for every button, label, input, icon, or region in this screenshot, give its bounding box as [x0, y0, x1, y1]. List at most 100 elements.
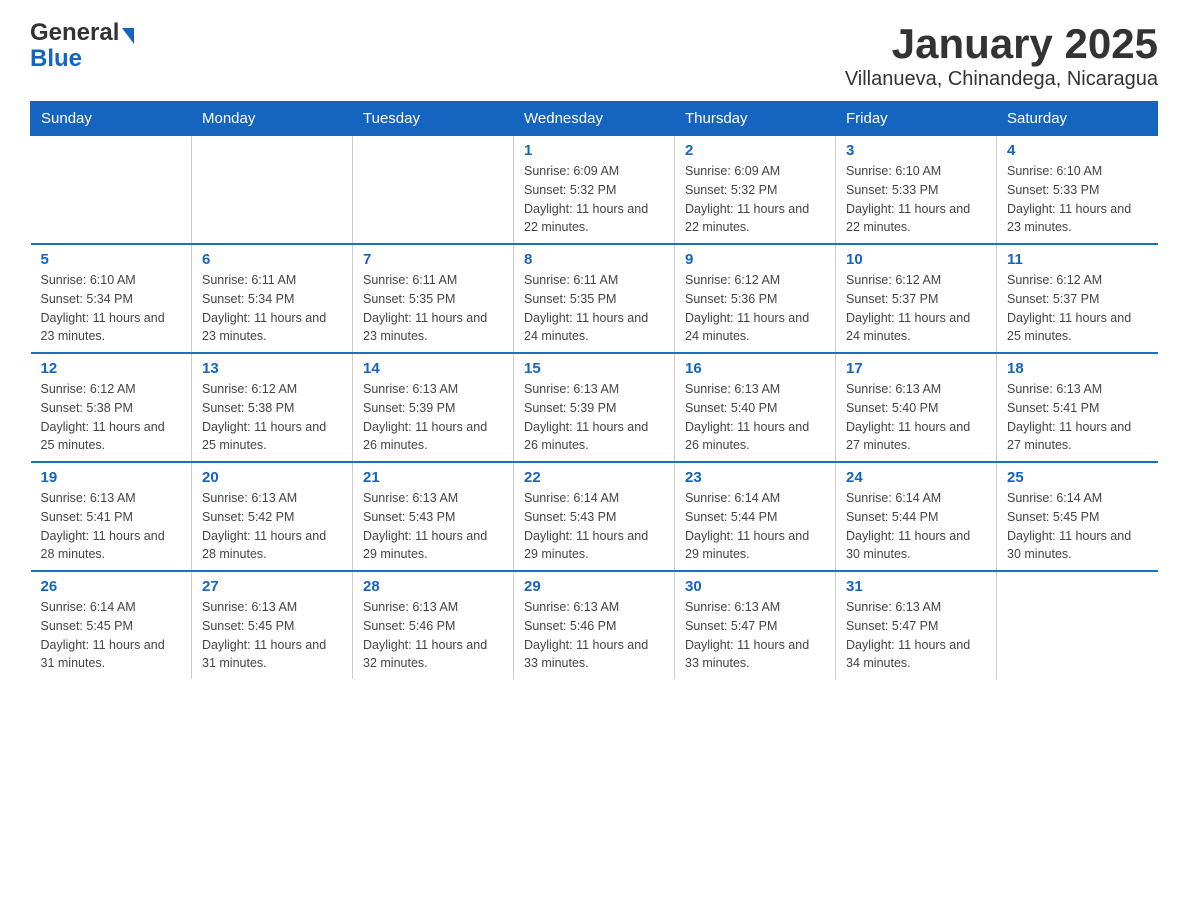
- day-info: Sunrise: 6:13 AMSunset: 5:40 PMDaylight:…: [846, 380, 986, 455]
- calendar-cell: 23 Sunrise: 6:14 AMSunset: 5:44 PMDayligh…: [675, 462, 836, 571]
- calendar-cell: 11 Sunrise: 6:12 AMSunset: 5:37 PMDayligh…: [997, 244, 1158, 353]
- calendar-cell: 7 Sunrise: 6:11 AMSunset: 5:35 PMDaylight…: [353, 244, 514, 353]
- calendar-cell: 27 Sunrise: 6:13 AMSunset: 5:45 PMDayligh…: [192, 571, 353, 679]
- calendar-cell: 22 Sunrise: 6:14 AMSunset: 5:43 PMDayligh…: [514, 462, 675, 571]
- day-number: 21: [363, 469, 503, 486]
- column-header-thursday: Thursday: [675, 102, 836, 136]
- calendar-cell: 21 Sunrise: 6:13 AMSunset: 5:43 PMDayligh…: [353, 462, 514, 571]
- calendar-cell: 15 Sunrise: 6:13 AMSunset: 5:39 PMDayligh…: [514, 353, 675, 462]
- day-info: Sunrise: 6:14 AMSunset: 5:44 PMDaylight:…: [846, 489, 986, 564]
- day-info: Sunrise: 6:10 AMSunset: 5:34 PMDaylight:…: [41, 271, 182, 346]
- column-header-friday: Friday: [836, 102, 997, 136]
- calendar-cell: 6 Sunrise: 6:11 AMSunset: 5:34 PMDaylight…: [192, 244, 353, 353]
- day-number: 12: [41, 360, 182, 377]
- day-number: 15: [524, 360, 664, 377]
- day-info: Sunrise: 6:11 AMSunset: 5:35 PMDaylight:…: [524, 271, 664, 346]
- day-info: Sunrise: 6:14 AMSunset: 5:45 PMDaylight:…: [41, 598, 182, 673]
- day-info: Sunrise: 6:12 AMSunset: 5:38 PMDaylight:…: [202, 380, 342, 455]
- day-info: Sunrise: 6:11 AMSunset: 5:35 PMDaylight:…: [363, 271, 503, 346]
- day-number: 24: [846, 469, 986, 486]
- calendar-cell: 25Sunrise: 6:14 AMSunset: 5:45 PMDayligh…: [997, 462, 1158, 571]
- day-number: 17: [846, 360, 986, 377]
- day-info: Sunrise: 6:13 AMSunset: 5:42 PMDaylight:…: [202, 489, 342, 564]
- day-number: 19: [41, 469, 182, 486]
- day-number: 8: [524, 251, 664, 268]
- calendar-cell: 31Sunrise: 6:13 AMSunset: 5:47 PMDayligh…: [836, 571, 997, 679]
- day-info: Sunrise: 6:13 AMSunset: 5:46 PMDaylight:…: [524, 598, 664, 673]
- calendar-cell: 2 Sunrise: 6:09 AMSunset: 5:32 PMDaylight…: [675, 136, 836, 245]
- day-info: Sunrise: 6:10 AMSunset: 5:33 PMDaylight:…: [1007, 162, 1148, 237]
- column-header-sunday: Sunday: [31, 102, 192, 136]
- day-number: 4: [1007, 142, 1148, 159]
- day-number: 6: [202, 251, 342, 268]
- calendar-week-2: 5 Sunrise: 6:10 AMSunset: 5:34 PMDaylight…: [31, 244, 1158, 353]
- day-number: 2: [685, 142, 825, 159]
- day-number: 27: [202, 578, 342, 595]
- day-number: 16: [685, 360, 825, 377]
- calendar-cell: 10 Sunrise: 6:12 AMSunset: 5:37 PMDayligh…: [836, 244, 997, 353]
- calendar-table: SundayMondayTuesdayWednesdayThursdayFrid…: [30, 101, 1158, 679]
- day-info: Sunrise: 6:11 AMSunset: 5:34 PMDaylight:…: [202, 271, 342, 346]
- day-number: 25: [1007, 469, 1148, 486]
- page-subtitle: Villanueva, Chinandega, Nicaragua: [845, 68, 1158, 91]
- column-header-monday: Monday: [192, 102, 353, 136]
- calendar-header-row: SundayMondayTuesdayWednesdayThursdayFrid…: [31, 102, 1158, 136]
- calendar-cell: [997, 571, 1158, 679]
- day-info: Sunrise: 6:13 AMSunset: 5:45 PMDaylight:…: [202, 598, 342, 673]
- day-info: Sunrise: 6:14 AMSunset: 5:44 PMDaylight:…: [685, 489, 825, 564]
- calendar-cell: 17 Sunrise: 6:13 AMSunset: 5:40 PMDayligh…: [836, 353, 997, 462]
- day-info: Sunrise: 6:13 AMSunset: 5:41 PMDaylight:…: [1007, 380, 1148, 455]
- page-title: January 2025: [845, 20, 1158, 68]
- calendar-cell: 19 Sunrise: 6:13 AMSunset: 5:41 PMDayligh…: [31, 462, 192, 571]
- calendar-cell: 8 Sunrise: 6:11 AMSunset: 5:35 PMDaylight…: [514, 244, 675, 353]
- day-info: Sunrise: 6:13 AMSunset: 5:47 PMDaylight:…: [685, 598, 825, 673]
- page-header: General Blue January 2025 Villanueva, Ch…: [30, 20, 1158, 91]
- day-info: Sunrise: 6:12 AMSunset: 5:37 PMDaylight:…: [1007, 271, 1148, 346]
- calendar-week-3: 12 Sunrise: 6:12 AMSunset: 5:38 PMDayligh…: [31, 353, 1158, 462]
- day-number: 20: [202, 469, 342, 486]
- day-info: Sunrise: 6:10 AMSunset: 5:33 PMDaylight:…: [846, 162, 986, 237]
- calendar-cell: [353, 136, 514, 245]
- day-info: Sunrise: 6:09 AMSunset: 5:32 PMDaylight:…: [524, 162, 664, 237]
- calendar-cell: 20 Sunrise: 6:13 AMSunset: 5:42 PMDayligh…: [192, 462, 353, 571]
- day-info: Sunrise: 6:09 AMSunset: 5:32 PMDaylight:…: [685, 162, 825, 237]
- day-number: 31: [846, 578, 986, 595]
- day-number: 13: [202, 360, 342, 377]
- calendar-cell: [192, 136, 353, 245]
- calendar-cell: 5 Sunrise: 6:10 AMSunset: 5:34 PMDaylight…: [31, 244, 192, 353]
- day-number: 10: [846, 251, 986, 268]
- calendar-cell: 24 Sunrise: 6:14 AMSunset: 5:44 PMDayligh…: [836, 462, 997, 571]
- column-header-wednesday: Wednesday: [514, 102, 675, 136]
- day-info: Sunrise: 6:13 AMSunset: 5:43 PMDaylight:…: [363, 489, 503, 564]
- column-header-saturday: Saturday: [997, 102, 1158, 136]
- calendar-cell: 1 Sunrise: 6:09 AMSunset: 5:32 PMDaylight…: [514, 136, 675, 245]
- calendar-cell: 26Sunrise: 6:14 AMSunset: 5:45 PMDayligh…: [31, 571, 192, 679]
- day-info: Sunrise: 6:13 AMSunset: 5:46 PMDaylight:…: [363, 598, 503, 673]
- day-number: 30: [685, 578, 825, 595]
- day-number: 11: [1007, 251, 1148, 268]
- calendar-cell: 30 Sunrise: 6:13 AMSunset: 5:47 PMDayligh…: [675, 571, 836, 679]
- title-block: January 2025 Villanueva, Chinandega, Nic…: [845, 20, 1158, 91]
- day-number: 7: [363, 251, 503, 268]
- day-info: Sunrise: 6:13 AMSunset: 5:41 PMDaylight:…: [41, 489, 182, 564]
- logo: General Blue: [30, 20, 134, 73]
- calendar-cell: 9Sunrise: 6:12 AMSunset: 5:36 PMDaylight…: [675, 244, 836, 353]
- calendar-cell: 18Sunrise: 6:13 AMSunset: 5:41 PMDayligh…: [997, 353, 1158, 462]
- calendar-cell: 12Sunrise: 6:12 AMSunset: 5:38 PMDayligh…: [31, 353, 192, 462]
- day-number: 14: [363, 360, 503, 377]
- day-info: Sunrise: 6:12 AMSunset: 5:36 PMDaylight:…: [685, 271, 825, 346]
- calendar-week-4: 19 Sunrise: 6:13 AMSunset: 5:41 PMDayligh…: [31, 462, 1158, 571]
- day-number: 22: [524, 469, 664, 486]
- day-info: Sunrise: 6:12 AMSunset: 5:37 PMDaylight:…: [846, 271, 986, 346]
- day-number: 23: [685, 469, 825, 486]
- logo-general-text: General: [30, 20, 119, 46]
- day-number: 29: [524, 578, 664, 595]
- calendar-cell: 28Sunrise: 6:13 AMSunset: 5:46 PMDayligh…: [353, 571, 514, 679]
- calendar-cell: 3Sunrise: 6:10 AMSunset: 5:33 PMDaylight…: [836, 136, 997, 245]
- logo-arrow-icon: [122, 28, 134, 44]
- day-number: 1: [524, 142, 664, 159]
- day-number: 5: [41, 251, 182, 268]
- day-info: Sunrise: 6:14 AMSunset: 5:43 PMDaylight:…: [524, 489, 664, 564]
- day-info: Sunrise: 6:13 AMSunset: 5:39 PMDaylight:…: [524, 380, 664, 455]
- logo-blue-text: Blue: [30, 46, 134, 72]
